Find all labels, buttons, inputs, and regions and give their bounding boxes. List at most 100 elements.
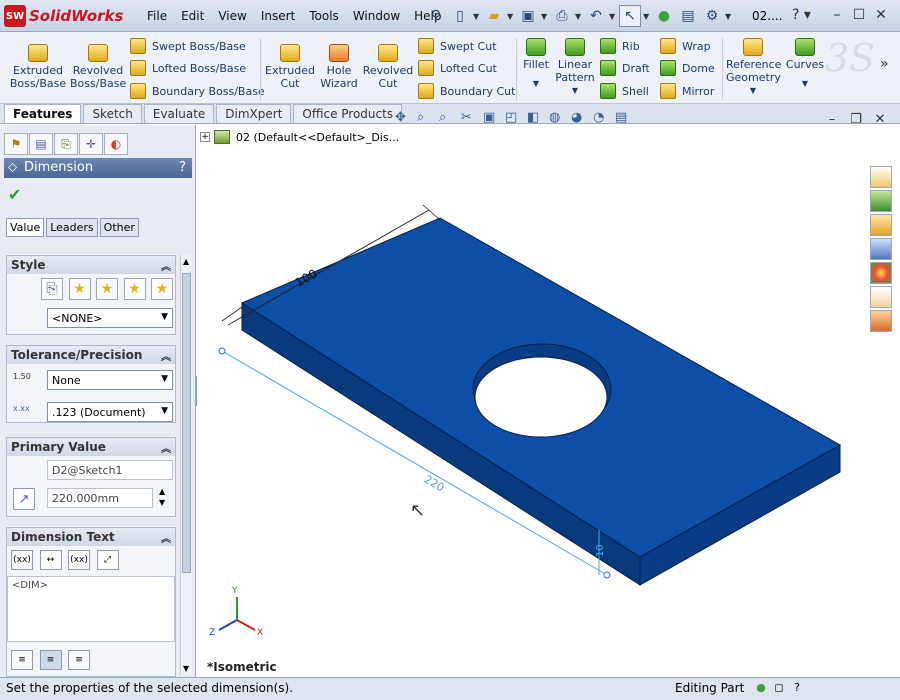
more-chevron-icon[interactable]: »	[880, 56, 889, 72]
rib-button[interactable]: Rib	[600, 38, 640, 54]
save-style-icon[interactable]: ★	[123, 278, 146, 300]
file-properties-icon[interactable]: ▤	[677, 5, 699, 27]
dimension-value-field[interactable]: 220.000mm	[47, 488, 153, 508]
new-document-icon[interactable]: ▯	[449, 5, 471, 27]
zoom-to-area-icon[interactable]: ⌕	[417, 110, 439, 125]
select-arrow-icon[interactable]: ↖	[619, 5, 641, 27]
style-select[interactable]: <NONE> ▼	[47, 308, 173, 328]
viewport-close-icon[interactable]: ✕	[868, 112, 892, 127]
fillet-dropdown-icon[interactable]: ▼	[520, 77, 552, 90]
add-parentheses-icon[interactable]: (xx)	[11, 550, 33, 570]
precision-select[interactable]: .123 (Document) ▼	[47, 402, 173, 422]
reference-geometry-dropdown-icon[interactable]: ▼	[726, 84, 780, 97]
model-canvas[interactable]: 100 220 10 Y X Z	[197, 125, 900, 677]
load-style-icon[interactable]: ★	[151, 278, 173, 300]
tolerance-type-select[interactable]: None ▼	[47, 370, 173, 390]
options-dropdown-icon[interactable]: ▼	[725, 12, 735, 21]
linear-pattern-dropdown-icon[interactable]: ▼	[554, 84, 596, 97]
undo-dropdown-icon[interactable]: ▼	[609, 12, 619, 21]
help-icon[interactable]: ? ▾	[792, 7, 811, 23]
subtab-leaders[interactable]: Leaders	[46, 218, 98, 237]
app-logo[interactable]: SW SolidWorks	[4, 5, 123, 27]
curves-button[interactable]: Curves ▼	[784, 38, 826, 90]
menu-window[interactable]: Window	[353, 9, 400, 23]
swept-cut-button[interactable]: Swept Cut	[418, 38, 497, 54]
offset-text-icon[interactable]: ⤢	[96, 550, 119, 570]
close-icon[interactable]: ✕	[870, 7, 892, 23]
scroll-up-icon[interactable]: ▲	[183, 257, 189, 266]
tolerance-group-header[interactable]: Tolerance/Precision ︽	[7, 346, 175, 364]
undo-icon[interactable]: ↶	[585, 5, 607, 27]
curves-dropdown-icon[interactable]: ▼	[784, 77, 826, 90]
reverse-direction-icon[interactable]: ↗	[13, 488, 35, 510]
view-settings-icon[interactable]: ▤	[615, 110, 637, 125]
tab-evaluate[interactable]: Evaluate	[143, 104, 215, 123]
dimension-text-area[interactable]: <DIM>	[7, 576, 175, 642]
mirror-button[interactable]: Mirror	[660, 83, 714, 99]
dome-button[interactable]: Dome	[660, 60, 715, 76]
revolved-boss-button[interactable]: Revolved Boss/Base	[70, 44, 126, 90]
section-view-icon[interactable]: ✂	[461, 110, 483, 125]
display-style-icon[interactable]: ◧	[527, 110, 549, 125]
open-dropdown-icon[interactable]: ▼	[507, 12, 517, 21]
hide-show-items-icon[interactable]: ◍	[549, 110, 571, 125]
dimension-name-field[interactable]: D2@Sketch1	[47, 460, 173, 480]
scroll-thumb[interactable]	[182, 273, 191, 573]
subtab-other[interactable]: Other	[99, 218, 139, 237]
graphics-area[interactable]: 100 220 10 Y X Z	[197, 125, 900, 677]
value-spinner-icon[interactable]: ▲ ▼	[159, 486, 165, 508]
units-icon[interactable]: ◻	[770, 681, 788, 694]
edit-appearance-icon[interactable]: ◕	[571, 110, 593, 125]
justify-center-icon[interactable]: ≡	[39, 650, 62, 670]
pm-scrollbar[interactable]: ▲ ▼	[180, 255, 192, 675]
dim-10-label[interactable]: 10	[595, 544, 606, 557]
tree-root-label[interactable]: 02 (Default<<Default>_Dis...	[236, 131, 399, 144]
maximize-icon[interactable]: ☐	[848, 7, 870, 23]
hole-bottom-opening[interactable]	[474, 356, 608, 438]
extruded-boss-button[interactable]: Extruded Boss/Base	[8, 44, 68, 90]
configuration-manager-icon[interactable]: ⎘	[54, 133, 78, 155]
add-style-icon[interactable]: ★	[68, 278, 91, 300]
apply-default-style-icon[interactable]: ⎘	[41, 278, 63, 300]
save-icon[interactable]: ▣	[517, 5, 539, 27]
feature-manager-icon[interactable]: ⚑	[4, 133, 28, 155]
design-library-icon[interactable]	[870, 190, 892, 212]
justify-right-icon[interactable]: ≡	[68, 650, 90, 670]
view-orientation-icon[interactable]: ▣	[483, 110, 505, 125]
zoom-to-fit-icon[interactable]: ✥	[395, 110, 417, 125]
delete-style-icon[interactable]: ★	[96, 278, 118, 300]
minimize-icon[interactable]: –	[826, 7, 848, 23]
tab-dimxpert[interactable]: DimXpert	[216, 104, 292, 123]
save-dropdown-icon[interactable]: ▼	[541, 12, 551, 21]
pm-help-icon[interactable]: ?	[179, 160, 186, 175]
custom-properties-icon[interactable]	[870, 286, 892, 308]
file-explorer-icon[interactable]	[870, 214, 892, 236]
dim-220-handle-2[interactable]	[603, 571, 611, 579]
menu-file[interactable]: File	[147, 9, 167, 23]
view-palette-icon[interactable]	[870, 238, 892, 260]
style-group-header[interactable]: Style ︽	[7, 256, 175, 274]
justify-left-icon[interactable]: ≡	[11, 650, 33, 670]
viewport-restore-icon[interactable]: ❐	[844, 112, 868, 127]
menu-tools[interactable]: Tools	[309, 9, 339, 23]
subtab-value[interactable]: Value	[6, 218, 45, 237]
menu-insert[interactable]: Insert	[261, 9, 295, 23]
property-manager-icon[interactable]: ▤	[29, 133, 53, 155]
boundary-boss-button[interactable]: Boundary Boss/Base	[130, 83, 265, 99]
menu-view[interactable]: View	[218, 9, 246, 23]
print-dropdown-icon[interactable]: ▼	[575, 12, 585, 21]
tab-features[interactable]: Features	[4, 104, 82, 123]
forum-icon[interactable]	[870, 310, 892, 332]
menu-edit[interactable]: Edit	[181, 9, 204, 23]
display-manager-icon[interactable]: ◐	[104, 133, 128, 155]
solidworks-resources-icon[interactable]	[870, 166, 892, 188]
rebuild-traffic-light-icon[interactable]: ●	[653, 5, 675, 27]
dim-220-label[interactable]: 220	[422, 473, 447, 495]
previous-view-icon[interactable]: ⌕	[439, 110, 461, 125]
dim-220-handle-1[interactable]	[218, 347, 226, 355]
standard-views-icon[interactable]: ◰	[505, 110, 527, 125]
open-folder-icon[interactable]: ▰	[483, 5, 505, 27]
dimxpert-manager-icon[interactable]: ✛	[79, 133, 103, 155]
revolved-cut-button[interactable]: Revolved Cut	[362, 44, 414, 90]
wrap-button[interactable]: Wrap	[660, 38, 711, 54]
